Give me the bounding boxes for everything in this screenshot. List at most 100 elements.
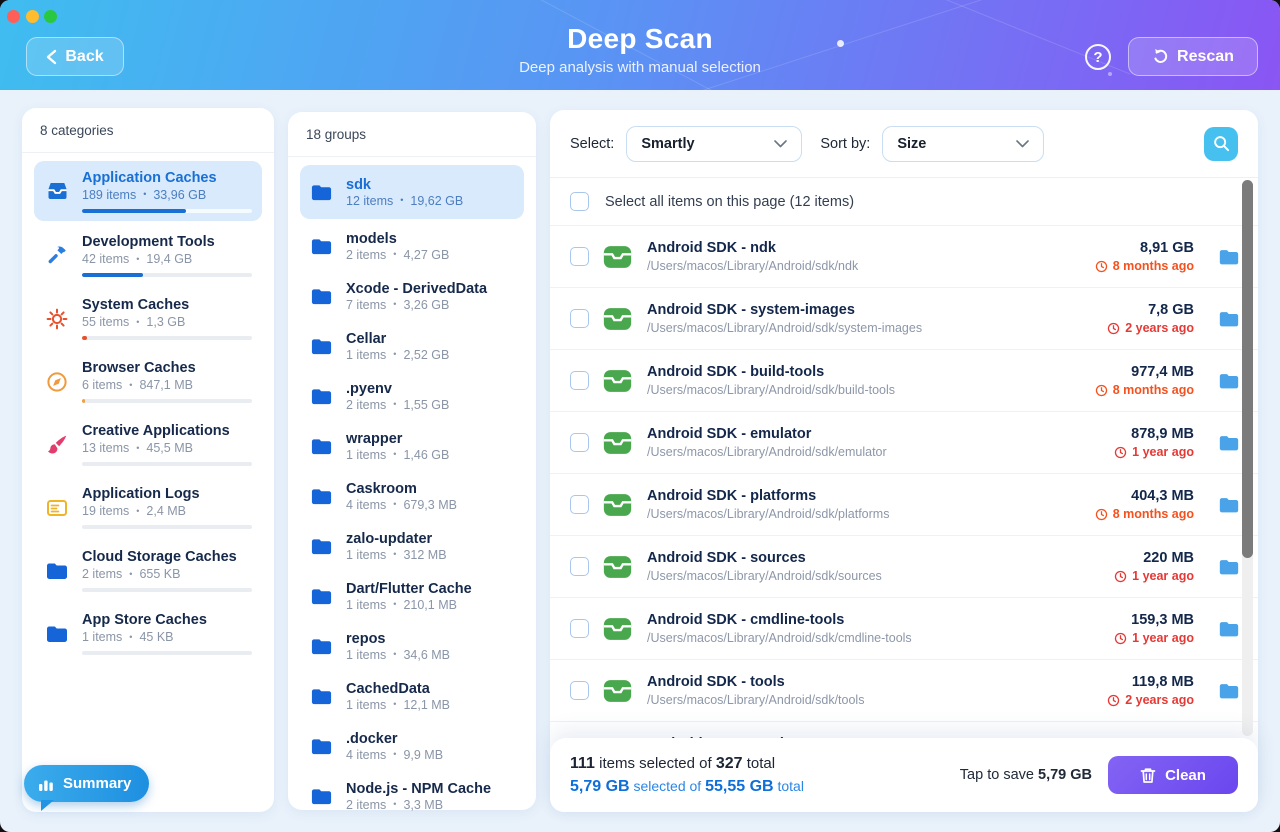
group-name: models [346, 231, 449, 247]
selection-summary: 111 items selected of 327 total 5,79 GB … [570, 755, 960, 796]
group-item[interactable]: sdk 12 items • 19,62 GB [300, 165, 524, 219]
group-item[interactable]: models 2 items • 4,27 GB [300, 221, 524, 271]
reveal-folder-icon[interactable] [1218, 308, 1240, 330]
group-item[interactable]: Caskroom 4 items • 679,3 MB [300, 471, 524, 521]
category-item[interactable]: Creative Applications 13 items • 45,5 MB [34, 413, 262, 476]
group-item[interactable]: .docker 4 items • 9,9 MB [300, 721, 524, 771]
trash-icon [1140, 767, 1156, 784]
select-all-row: Select all items on this page (12 items) [550, 178, 1258, 225]
cache-item-row[interactable]: Android SDK - cmdline-tools /Users/macos… [550, 597, 1258, 659]
item-age-text: 8 months ago [1113, 259, 1194, 273]
clean-button[interactable]: Clean [1108, 756, 1238, 794]
scrollbar-track[interactable] [1242, 180, 1253, 736]
cache-item-row[interactable]: Android SDK - system-images /Users/macos… [550, 287, 1258, 349]
cache-item-row[interactable]: Android SDK - sources /Users/macos/Libra… [550, 535, 1258, 597]
summary-button[interactable]: Summary [24, 765, 149, 802]
category-body: Cloud Storage Caches 2 items • 655 KB [82, 549, 252, 592]
folder-icon [310, 285, 334, 308]
row-checkbox[interactable] [570, 557, 589, 576]
group-item[interactable]: Xcode - DerivedData 7 items • 3,26 GB [300, 271, 524, 321]
sort-dropdown[interactable]: Size [882, 126, 1044, 162]
group-body: Node.js - NPM Cache 2 items • 3,3 MB [346, 781, 491, 812]
select-mode-dropdown[interactable]: Smartly [626, 126, 802, 162]
category-item[interactable]: Cloud Storage Caches 2 items • 655 KB [34, 539, 262, 602]
category-count: 13 items [82, 441, 129, 455]
item-path: /Users/macos/Library/Android/sdk/emulato… [647, 445, 1100, 459]
cache-box-icon [603, 307, 633, 331]
cache-item-row[interactable]: Android SDK - platforms /Users/macos/Lib… [550, 473, 1258, 535]
group-size: 1,55 GB [403, 398, 449, 412]
category-name: Creative Applications [82, 423, 252, 439]
row-right: 8,91 GB 8 months ago [1095, 240, 1194, 273]
cache-item-row[interactable]: Android SDK - tools /Users/macos/Library… [550, 659, 1258, 721]
reveal-folder-icon[interactable] [1218, 618, 1240, 640]
item-title: Android SDK - system-images [647, 302, 1093, 318]
item-title: Android SDK - platforms [647, 488, 1081, 504]
group-item[interactable]: wrapper 1 items • 1,46 GB [300, 421, 524, 471]
cache-box-icon [603, 431, 633, 455]
reveal-folder-icon[interactable] [1218, 556, 1240, 578]
group-count: 1 items [346, 698, 386, 712]
group-name: .pyenv [346, 381, 449, 397]
row-checkbox[interactable] [570, 619, 589, 638]
traffic-light-close[interactable] [7, 10, 20, 23]
category-item[interactable]: Application Caches 189 items • 33,96 GB [34, 161, 262, 221]
group-item[interactable]: CachedData 1 items • 12,1 MB [300, 671, 524, 721]
item-age-text: 1 year ago [1132, 569, 1194, 583]
items-selected-count: 111 [570, 755, 595, 772]
category-item[interactable]: System Caches 55 items • 1,3 GB [34, 287, 262, 350]
clock-icon [1114, 570, 1127, 583]
row-checkbox[interactable] [570, 495, 589, 514]
category-item[interactable]: Browser Caches 6 items • 847,1 MB [34, 350, 262, 413]
cache-item-row[interactable]: Android SDK - emulator /Users/macos/Libr… [550, 411, 1258, 473]
reveal-folder-icon[interactable] [1218, 680, 1240, 702]
cache-item-row[interactable]: Android SDK - ndk /Users/macos/Library/A… [550, 225, 1258, 287]
row-checkbox[interactable] [570, 681, 589, 700]
row-checkbox[interactable] [570, 247, 589, 266]
row-text: Android SDK - sources /Users/macos/Libra… [647, 550, 1100, 583]
bullet-separator: • [400, 196, 403, 205]
chevron-down-icon [774, 140, 787, 148]
group-name: Caskroom [346, 481, 457, 497]
group-meta: 2 items • 4,27 GB [346, 248, 449, 262]
folder-icon [310, 585, 334, 608]
group-size: 34,6 MB [403, 648, 450, 662]
group-meta: 1 items • 34,6 MB [346, 648, 450, 662]
category-item[interactable]: Development Tools 42 items • 19,4 GB [34, 224, 262, 287]
group-item[interactable]: repos 1 items • 34,6 MB [300, 621, 524, 671]
group-item[interactable]: zalo-updater 1 items • 312 MB [300, 521, 524, 571]
row-right: 220 MB 1 year ago [1114, 550, 1194, 583]
category-item[interactable]: Application Logs 19 items • 2,4 MB [34, 476, 262, 539]
row-text: Android SDK - system-images /Users/macos… [647, 302, 1093, 335]
item-age: 2 years ago [1107, 693, 1194, 707]
sort-value: Size [897, 136, 926, 152]
group-item[interactable]: .pyenv 2 items • 1,55 GB [300, 371, 524, 421]
traffic-light-minimize[interactable] [26, 10, 39, 23]
group-item[interactable]: Node.js - NPM Cache 2 items • 3,3 MB [300, 771, 524, 821]
item-age-text: 2 years ago [1125, 321, 1194, 335]
bullet-separator: • [393, 350, 396, 359]
row-checkbox[interactable] [570, 309, 589, 328]
group-body: .docker 4 items • 9,9 MB [346, 731, 443, 762]
select-all-checkbox[interactable] [570, 192, 589, 211]
bullet-separator: • [393, 650, 396, 659]
search-button[interactable] [1204, 127, 1238, 161]
group-item[interactable]: Cellar 1 items • 2,52 GB [300, 321, 524, 371]
reveal-folder-icon[interactable] [1218, 432, 1240, 454]
row-checkbox[interactable] [570, 371, 589, 390]
category-item[interactable]: App Store Caches 1 items • 45 KB [34, 602, 262, 665]
folder-icon [310, 235, 334, 258]
reveal-folder-icon[interactable] [1218, 494, 1240, 516]
scrollbar-thumb[interactable] [1242, 180, 1253, 558]
folder-icon [310, 335, 334, 358]
cache-item-row[interactable]: Android SDK - build-tools /Users/macos/L… [550, 349, 1258, 411]
rescan-button[interactable]: Rescan [1128, 37, 1258, 76]
row-checkbox[interactable] [570, 433, 589, 452]
help-button[interactable]: ? [1085, 44, 1111, 70]
traffic-light-zoom[interactable] [44, 10, 57, 23]
category-count: 1 items [82, 630, 122, 644]
category-progress-track [82, 651, 252, 655]
group-item[interactable]: Dart/Flutter Cache 1 items • 210,1 MB [300, 571, 524, 621]
reveal-folder-icon[interactable] [1218, 246, 1240, 268]
reveal-folder-icon[interactable] [1218, 370, 1240, 392]
